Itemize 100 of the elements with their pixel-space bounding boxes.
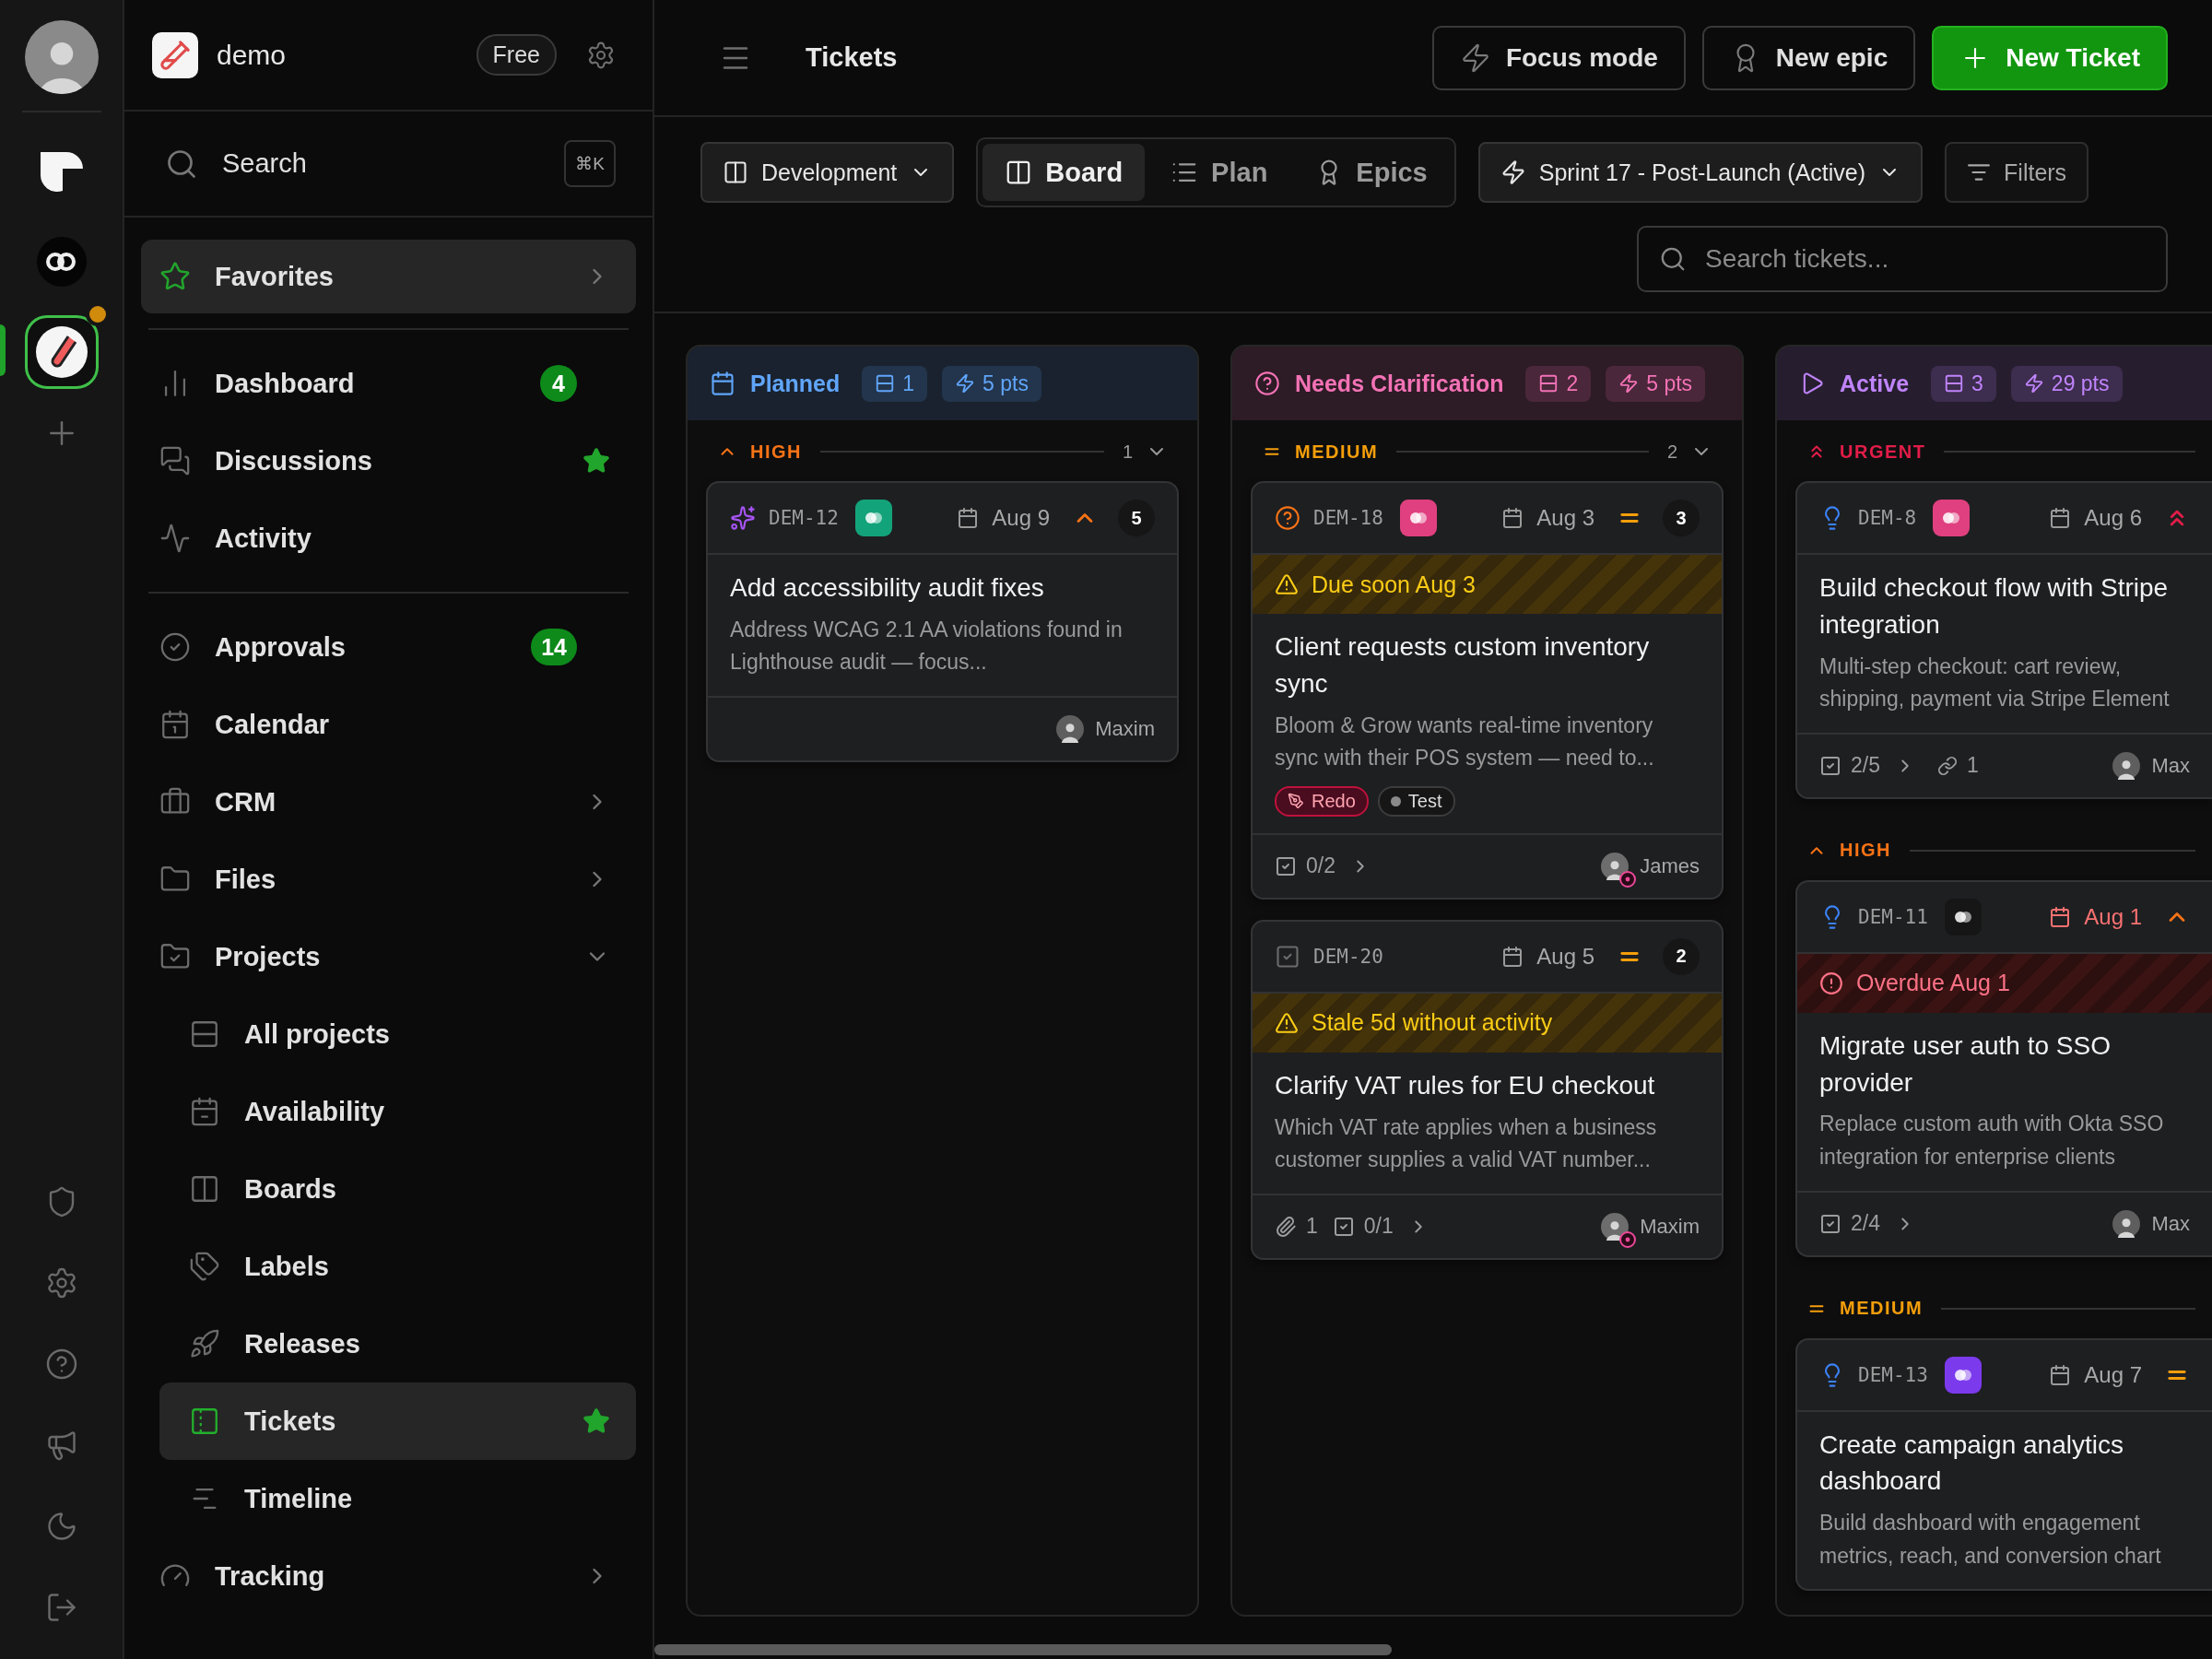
priority-label: MEDIUM [1295,441,1379,463]
nav-subitem[interactable]: All projects [159,995,636,1073]
ticket-card[interactable]: DEM-12 Aug 9 5 Add accessibility audit fixes Address WCAG 2.1 AA violations found in Lighthouse audit — focus... Maxim [706,481,1179,763]
sprint-dropdown[interactable]: Sprint 17 - Post-Launch (Active) [1477,142,1924,203]
nav-item[interactable]: Approvals 14 [141,608,636,686]
ticket-card[interactable]: DEM-8 Aug 6 Build checkout flow with Stripe integration Multi-step checkout: cart review, shipping, payment via Stripe Element 2/5 1 Max [1795,481,2212,799]
ticket-card[interactable]: DEM-13 Aug 7 Create campaign analytics dashboard Build dashboard with engagement metrics, reach, and conversion chart [1795,1337,2212,1592]
tag-label: Redo [1312,790,1356,812]
workspace-button[interactable] [24,315,99,389]
question-icon [1254,371,1280,396]
nav-subitem[interactable]: Releases [159,1305,636,1382]
favorites-item[interactable]: Favorites [141,240,636,313]
nav-item[interactable]: Tracking [141,1537,636,1615]
test-tube-icon [34,325,88,379]
alert-text: Stale 5d without activity [1312,1009,1553,1037]
ticket-count: 1 [902,371,915,396]
priority-label: MEDIUM [1840,1298,1924,1320]
lightning-icon [2023,373,2044,394]
scrollbar-thumb[interactable] [654,1644,1392,1655]
nav-item[interactable]: Calendar [141,686,636,763]
due-date: Aug 9 [992,505,1050,531]
ticket-description: Build dashboard with engagement metrics, reach, and conversion chart [1819,1510,2162,1570]
ticket-card[interactable]: DEM-20 Aug 5 2 Stale 5d without activity Clarify VAT rules for EU checkout Which VAT rate applies when a business customer supplies a valid VAT number... 1 0/1 Maxim [1251,919,1724,1260]
assignee-name: Maxim [1095,717,1155,742]
link-icon [1937,755,1958,776]
paperclip-icon [1275,1215,1297,1238]
nav-item[interactable]: Files [141,841,636,918]
assignee-name: James [1640,853,1700,878]
board-dropdown[interactable]: Development [700,142,955,203]
nav-label: Dashboard [215,368,356,399]
search-icon [1659,245,1687,273]
search-label: Search [222,148,308,179]
view-tab[interactable]: Board [982,144,1146,201]
lightning-icon [1618,373,1640,394]
nav-label: All projects [244,1018,391,1050]
ticket-description: Replace custom auth with Okta SSO integration for enterprise clients [1819,1111,2165,1171]
view-tab[interactable]: Plan [1148,144,1290,201]
group-count: 1 [1122,441,1133,463]
nav-item[interactable]: Projects [141,918,636,995]
ticket-id: DEM-20 [1313,945,1383,968]
checklist-icon [1819,754,1841,777]
priority-label: HIGH [750,441,802,463]
checklist-icon [1275,854,1297,877]
tags-icon [189,1251,220,1282]
ticket-title: Clarify VAT rules for EU checkout [1275,1069,1656,1101]
nav-label: Availability [244,1096,386,1127]
nav-label: Tickets [244,1406,337,1437]
calendar-icon [710,371,735,396]
story-points: 5 [1118,500,1155,536]
nav-label: Files [215,864,277,895]
rows-icon [1944,373,1965,394]
due-date: Aug 3 [1536,505,1594,531]
nav-subitem[interactable]: Labels [159,1228,636,1305]
rows-icon [189,1018,220,1050]
workspace-logo-icon [35,236,88,288]
action-button[interactable]: New Ticket [1932,25,2168,90]
ticket-id: DEM-11 [1858,905,1928,928]
nav-label: Projects [215,941,322,972]
points-total: 29 pts [2051,371,2110,396]
nav-subitem[interactable]: Timeline [159,1460,636,1537]
attachment-count: 1 [1306,1214,1318,1240]
column-title: Planned [750,370,841,397]
search-button[interactable]: Search ⌘K [124,112,653,218]
view-tab[interactable]: Epics [1293,144,1450,201]
nav-item[interactable]: Dashboard 4 [141,345,636,422]
columns-icon [723,159,748,185]
ticket-card[interactable]: DEM-11 Aug 1 Overdue Aug 1 Migrate user auth to SSO provider Replace custom auth with Okta SSO integration for enterprise clients 2/4 Max [1795,879,2212,1257]
column-title: Active [1840,370,1910,397]
plan-badge: Free [476,34,557,76]
assignee-name: Max [2151,753,2190,778]
nav-subitem[interactable]: Availability [159,1073,636,1150]
nav-item[interactable]: CRM [141,763,636,841]
page-title: Tickets [806,42,899,73]
subtask-count: 0/1 [1363,1214,1394,1240]
ticket-description: Which VAT rate applies when a business customer supplies a valid VAT number... [1275,1113,1658,1174]
filters-button[interactable]: Filters [1945,142,2089,203]
priority-label: HIGH [1840,840,1891,862]
ticket-title: Build checkout flow with Stripe integration [1819,572,2170,641]
nav-item[interactable]: Activity [141,500,636,577]
search-field[interactable]: Search tickets... [1637,226,2168,292]
nav-item[interactable]: Discussions [141,422,636,500]
ticket-description: Address WCAG 2.1 AA violations found in Lighthouse audit — focus... [730,616,1124,677]
action-button[interactable]: Focus mode [1431,25,1686,90]
warning-icon [1275,572,1299,596]
checklist-icon [1819,1212,1841,1235]
nav-label: CRM [215,786,277,818]
nav-subitem[interactable]: Tickets [159,1382,636,1460]
link-count: 1 [1967,753,1979,779]
nav-label: Boards [244,1173,337,1205]
workspace-name: demo [217,39,288,71]
warning-icon [1275,1010,1299,1035]
ticket-title: Client requests custom inventory sync [1275,631,1651,700]
chat-bubbles-icon [159,445,191,477]
ticket-card[interactable]: DEM-18 Aug 3 3 Due soon Aug 3 Client requests custom inventory sync Bloom & Grow wants real-time inventory sync with their POS system — need to... Redo Test 0/2 James [1251,481,1724,900]
ticket-id: DEM-8 [1858,507,1917,529]
calendar-icon [189,1096,220,1127]
action-button[interactable]: New epic [1701,25,1916,90]
nav-subitem[interactable]: Boards [159,1150,636,1228]
points-total: 5 pts [982,371,1029,396]
check-circle-icon [159,631,191,663]
